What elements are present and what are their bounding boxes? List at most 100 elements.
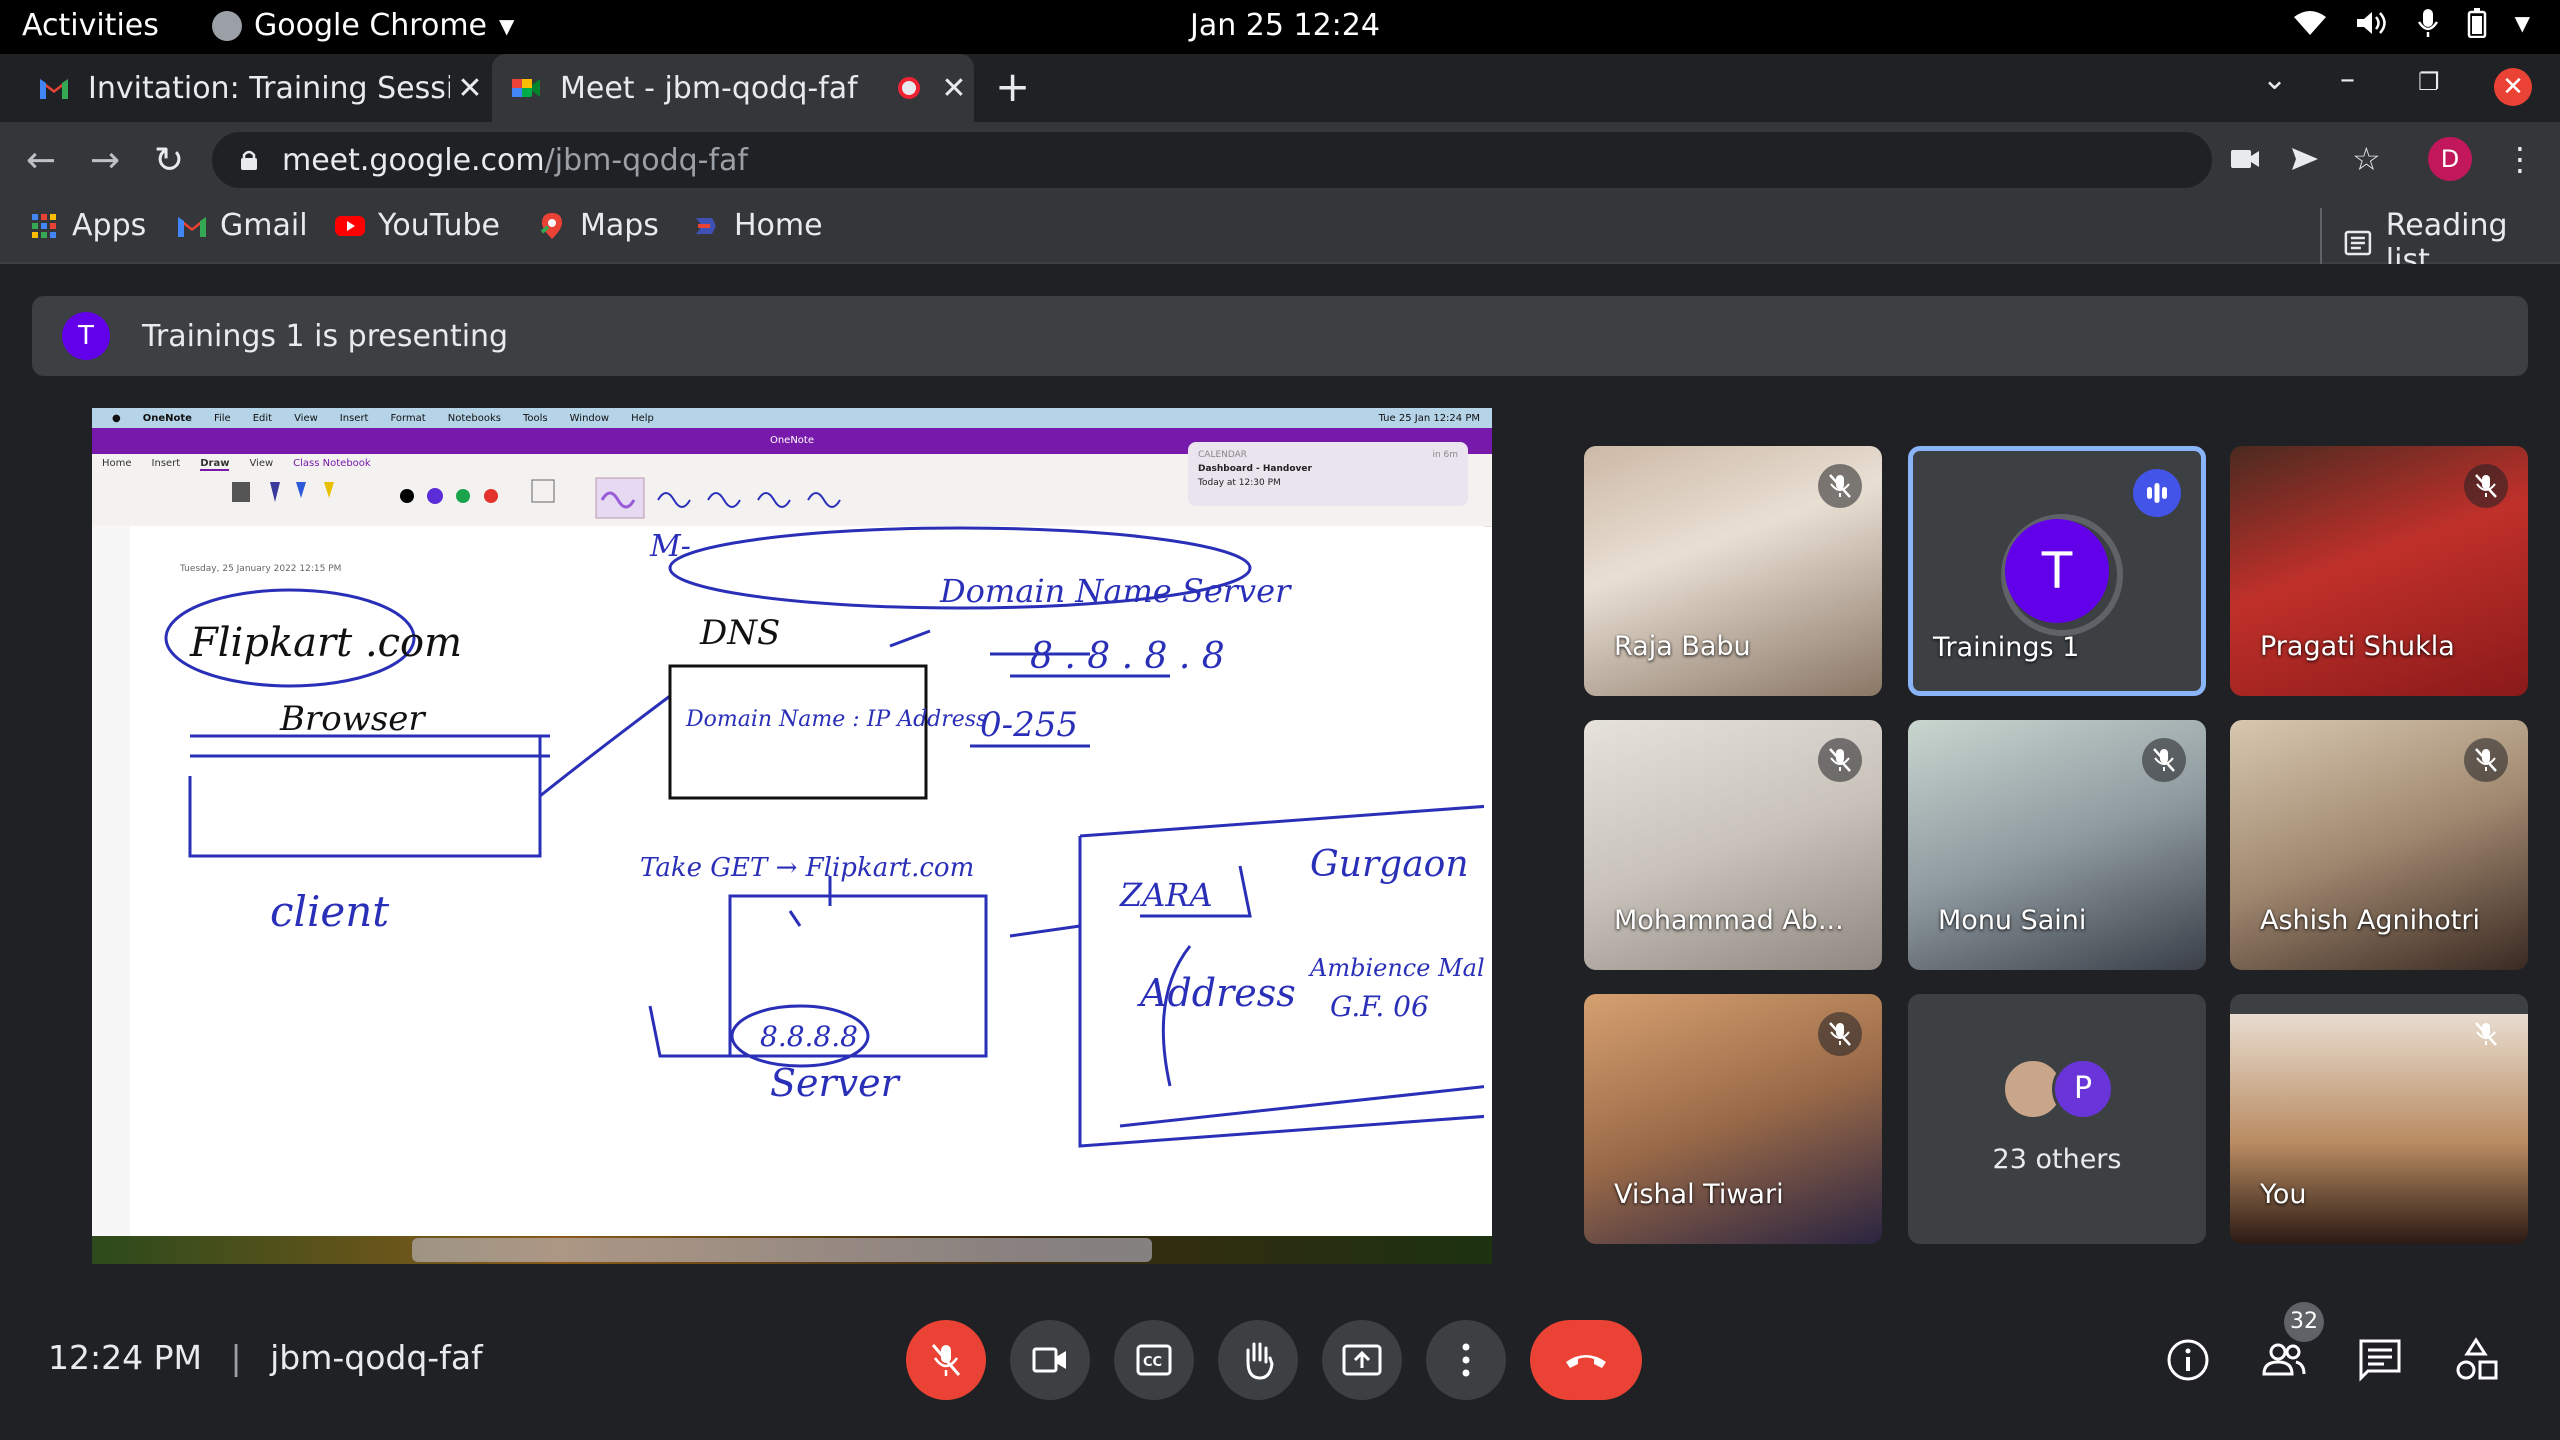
camera-in-use-icon[interactable] (2230, 144, 2260, 174)
address-bar[interactable]: meet.google.com/jbm-qodq-faf (212, 132, 2212, 188)
notification-time: in 6m (1432, 450, 1458, 460)
profile-avatar[interactable]: D (2428, 137, 2472, 181)
maps-icon (540, 212, 562, 239)
meeting-separator: | (230, 1338, 242, 1377)
participant-tile-pragati-shukla[interactable]: Pragati Shukla (2230, 446, 2528, 696)
people-icon[interactable] (2260, 1336, 2308, 1384)
participant-tile-raja-babu[interactable]: Raja Babu (1584, 446, 1882, 696)
leave-call-button[interactable] (1530, 1320, 1642, 1400)
reload-icon[interactable]: ↻ (154, 140, 184, 181)
handwriting-get: Take GET → Flipkart.com (640, 853, 974, 883)
calendar-notification[interactable]: CALENDAR in 6m Dashboard - Handover Today… (1188, 442, 1468, 506)
system-tray[interactable]: ▼ (2293, 8, 2530, 38)
microphone-off-icon (931, 1344, 961, 1376)
bookmark-youtube[interactable]: YouTube (334, 208, 500, 243)
meeting-details-icon[interactable] (2164, 1336, 2212, 1384)
muted-mic-icon (1818, 738, 1862, 782)
captions-button[interactable]: CC (1114, 1320, 1194, 1400)
back-icon[interactable]: ← (26, 140, 56, 181)
handwriting-flipkart: Flipkart .com (189, 620, 462, 666)
close-tab-icon[interactable]: ✕ (934, 71, 974, 106)
participant-tile-monu-saini[interactable]: Monu Saini (1908, 720, 2206, 970)
participant-tile-ashish-agnihotri[interactable]: Ashish Agnihotri (2230, 720, 2528, 970)
handwriting-client: client (270, 887, 389, 936)
muted-mic-icon (2142, 738, 2186, 782)
chevron-down-icon: ▼ (2514, 11, 2530, 35)
bookmark-home[interactable]: Home (690, 208, 823, 243)
shared-screen[interactable]: ● OneNote File Edit View Insert Format N… (92, 408, 1492, 1264)
chat-icon[interactable] (2356, 1336, 2404, 1384)
youtube-icon (335, 215, 365, 236)
handwriting-top-scribble: M- (649, 529, 691, 564)
url-path: /jbm-qodq-faf (544, 142, 748, 178)
bookmark-star-icon[interactable]: ☆ (2352, 140, 2381, 178)
chevron-down-icon: ▼ (499, 13, 515, 38)
tab-google-meet[interactable]: Meet - jbm-qodq-faf ✕ (492, 54, 974, 122)
people-count-badge: 32 (2284, 1302, 2324, 1342)
bookmark-label: Maps (580, 208, 659, 243)
tab-gmail-invitation[interactable]: Invitation: Training Session ✕ (20, 54, 490, 122)
activities-button[interactable]: Activities (22, 8, 159, 43)
raise-hand-button[interactable] (1218, 1320, 1298, 1400)
presenter-avatar: T (62, 312, 110, 360)
url-host: meet.google.com (282, 142, 545, 178)
mac-clock: Tue 25 Jan 12:24 PM (1378, 412, 1480, 424)
more-vert-icon (1462, 1343, 1470, 1377)
more-options-button[interactable] (1426, 1320, 1506, 1400)
restore-window-icon[interactable]: ❐ (2418, 68, 2440, 96)
meeting-code: jbm-qodq-faf (270, 1338, 483, 1377)
close-tab-icon[interactable]: ✕ (450, 71, 490, 106)
muted-mic-icon (1818, 1012, 1862, 1056)
close-window-icon[interactable]: ✕ (2494, 68, 2532, 106)
call-end-icon (1566, 1355, 1606, 1368)
app-name: Google Chrome (254, 8, 487, 43)
ribbon-tab: Insert (151, 458, 181, 469)
window-title: OneNote (769, 435, 815, 446)
handwriting-zara: ZARA (1119, 876, 1213, 914)
tab-search-icon[interactable]: ⌄ (2262, 62, 2287, 97)
send-to-devices-icon[interactable] (2290, 144, 2320, 174)
participant-tile-mohammad[interactable]: Mohammad Ab... (1584, 720, 1882, 970)
bookmark-maps[interactable]: Maps (536, 208, 659, 243)
handwriting-ip-example: 8 . 8 . 8 . 8 (1030, 636, 1225, 677)
hand-icon (1246, 1342, 1274, 1380)
handwritten-diagram: Flipkart .com DNS Domain Name Server Dom… (164, 526, 1484, 1148)
present-now-button[interactable] (1322, 1320, 1402, 1400)
apple-icon: ● (112, 412, 121, 424)
participant-tile-vishal-tiwari[interactable]: Vishal Tiwari (1584, 994, 1882, 1244)
mac-menu-bar: ● OneNote File Edit View Insert Format N… (92, 408, 1492, 428)
forward-icon[interactable]: → (90, 140, 120, 181)
onenote-sidebar (92, 526, 131, 1236)
new-tab-button[interactable]: + (995, 62, 1030, 111)
chrome-menu-icon[interactable]: ⋮ (2504, 140, 2536, 178)
bookmark-label: Apps (72, 208, 147, 243)
participant-tile-you[interactable]: You (2230, 994, 2528, 1244)
app-menu[interactable]: Google Chrome ▼ (212, 8, 514, 43)
presenting-banner: T Trainings 1 is presenting (32, 296, 2528, 376)
participant-tile-others[interactable]: P 23 others (1908, 994, 2206, 1244)
reading-list-icon (2344, 230, 2372, 256)
camera-toggle-button[interactable] (1010, 1320, 1090, 1400)
meeting-details[interactable]: 12:24 PM | jbm-qodq-faf (48, 1338, 483, 1377)
minimize-window-icon[interactable]: – (2340, 62, 2355, 97)
home-bookmark-icon (696, 217, 716, 234)
bookmark-gmail[interactable]: Gmail (176, 208, 308, 243)
muted-mic-icon (1818, 464, 1862, 508)
participant-avatar: P (2052, 1058, 2114, 1120)
bookmark-label: YouTube (378, 208, 500, 243)
system-clock[interactable]: Jan 25 12:24 (1190, 8, 1380, 43)
gmail-icon (178, 216, 206, 237)
handwriting-server-ip: 8.8.8.8 (760, 1020, 858, 1053)
menu-item: OneNote (142, 412, 192, 424)
speaking-indicator-icon (2133, 469, 2181, 517)
wifi-icon (2293, 11, 2326, 35)
tab-title: Meet - jbm-qodq-faf (560, 70, 858, 106)
recording-indicator-icon (898, 77, 920, 99)
participant-name: Mohammad Ab... (1614, 905, 1844, 936)
activities-icon[interactable] (2452, 1336, 2500, 1384)
participant-tile-trainings-1[interactable]: T Trainings 1 (1908, 446, 2206, 696)
bookmark-apps[interactable]: Apps (28, 208, 146, 243)
apps-grid-icon (32, 213, 56, 238)
microphone-toggle-button[interactable] (906, 1320, 986, 1400)
bookmark-label: Home (734, 208, 823, 243)
